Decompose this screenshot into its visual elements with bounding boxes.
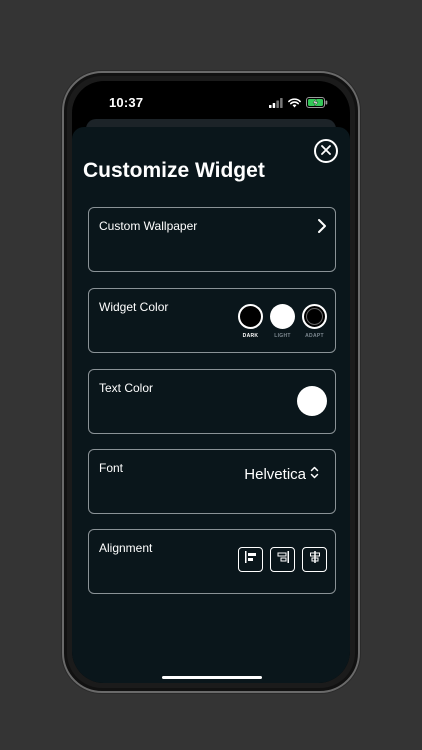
align-left-button[interactable]: [238, 547, 263, 572]
align-right-button[interactable]: [270, 547, 295, 572]
adapt-swatch: [302, 304, 327, 329]
widget-color-label: Widget Color: [99, 300, 169, 314]
light-swatch-label: LIGHT: [274, 333, 291, 339]
align-center-button[interactable]: [302, 547, 327, 572]
widget-color-option-adapt[interactable]: ADAPT: [302, 304, 327, 339]
font-card: Font Helvetica: [88, 449, 336, 514]
align-left-icon: [244, 550, 258, 569]
adapt-swatch-label: ADAPT: [305, 333, 324, 339]
home-indicator[interactable]: [162, 676, 262, 679]
alignment-options: [238, 547, 327, 572]
close-icon: [321, 142, 331, 160]
dark-swatch-label: DARK: [242, 333, 259, 339]
phone-frame: 10:37 Customize Widget Custom Wallpaper …: [62, 71, 360, 693]
status-bar: 10:37: [72, 81, 350, 121]
alignment-card: Alignment: [88, 529, 336, 594]
align-right-icon: [276, 550, 290, 569]
chevron-up-down-icon: [310, 466, 319, 483]
status-icons: [269, 95, 328, 113]
widget-color-options: DARK LIGHT ADAPT: [238, 304, 327, 339]
font-value: Helvetica: [244, 466, 306, 483]
status-time: 10:37: [109, 95, 144, 110]
battery-charging-icon: [306, 95, 328, 113]
light-swatch: [270, 304, 295, 329]
customize-sheet: Customize Widget Custom Wallpaper Widget…: [72, 127, 350, 683]
wifi-icon: [288, 95, 301, 113]
text-color-label: Text Color: [99, 381, 154, 395]
dark-swatch: [238, 304, 263, 329]
chevron-right-icon: [317, 218, 327, 239]
align-center-icon: [308, 550, 322, 569]
widget-color-option-dark[interactable]: DARK: [238, 304, 263, 339]
text-color-card: Text Color: [88, 369, 336, 434]
alignment-label: Alignment: [99, 541, 153, 555]
signal-icon: [269, 95, 283, 113]
screen: 10:37 Customize Widget Custom Wallpaper …: [72, 81, 350, 683]
font-picker[interactable]: Helvetica: [244, 466, 319, 483]
custom-wallpaper-label: Custom Wallpaper: [99, 219, 198, 233]
close-button[interactable]: [314, 139, 338, 163]
text-color-swatch[interactable]: [297, 386, 327, 416]
font-label: Font: [99, 461, 124, 475]
widget-color-option-light[interactable]: LIGHT: [270, 304, 295, 339]
widget-color-card: Widget Color DARK LIGHT ADAPT: [88, 288, 336, 353]
custom-wallpaper-card[interactable]: Custom Wallpaper: [88, 207, 336, 272]
page-title: Customize Widget: [83, 159, 265, 182]
